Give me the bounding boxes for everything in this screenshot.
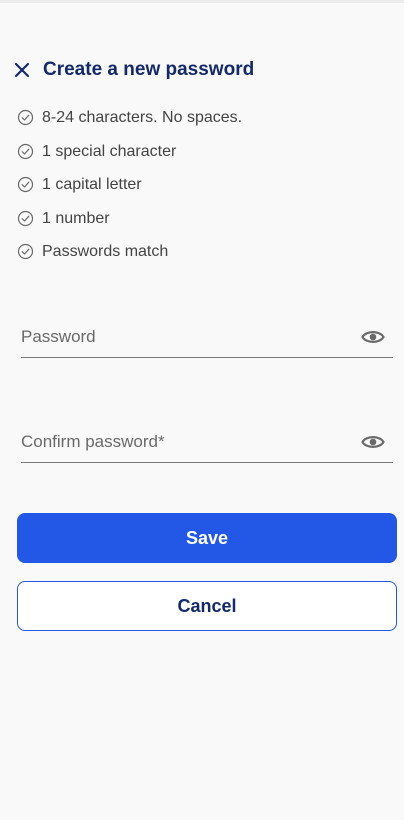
- requirement-capital-letter: 1 capital letter: [17, 175, 242, 209]
- requirement-label: 1 special character: [42, 142, 177, 160]
- requirement-label: 1 capital letter: [42, 176, 142, 193]
- check-circle-icon: [17, 109, 34, 126]
- top-status-strip: [0, 0, 404, 3]
- requirement-passwords-match: Passwords match: [17, 242, 242, 276]
- close-icon: [14, 62, 30, 78]
- close-button[interactable]: [11, 59, 33, 81]
- password-requirements-list: 8-24 characters. No spaces. 1 special ch…: [17, 108, 242, 276]
- eye-icon[interactable]: [361, 328, 385, 346]
- page-header: Create a new password: [11, 56, 254, 84]
- confirm-password-field: [21, 426, 393, 463]
- requirement-label: 1 number: [42, 209, 110, 227]
- requirement-label: 8-24 characters. No spaces.: [42, 109, 243, 126]
- cancel-button[interactable]: Cancel: [17, 581, 397, 631]
- requirement-special-character: 1 special character: [17, 142, 242, 176]
- check-circle-icon: [17, 243, 34, 260]
- check-circle-icon: [17, 176, 34, 193]
- requirement-number: 1 number: [17, 209, 242, 243]
- password-input[interactable]: [21, 323, 351, 351]
- password-field: [21, 321, 393, 358]
- requirement-label: Passwords match: [42, 243, 169, 260]
- check-circle-icon: [17, 210, 34, 226]
- requirement-length: 8-24 characters. No spaces.: [17, 108, 242, 142]
- confirm-password-input[interactable]: [21, 428, 351, 456]
- page-title: Create a new password: [43, 59, 255, 80]
- check-circle-icon: [17, 143, 34, 159]
- save-button[interactable]: Save: [17, 513, 397, 563]
- eye-icon[interactable]: [361, 433, 385, 451]
